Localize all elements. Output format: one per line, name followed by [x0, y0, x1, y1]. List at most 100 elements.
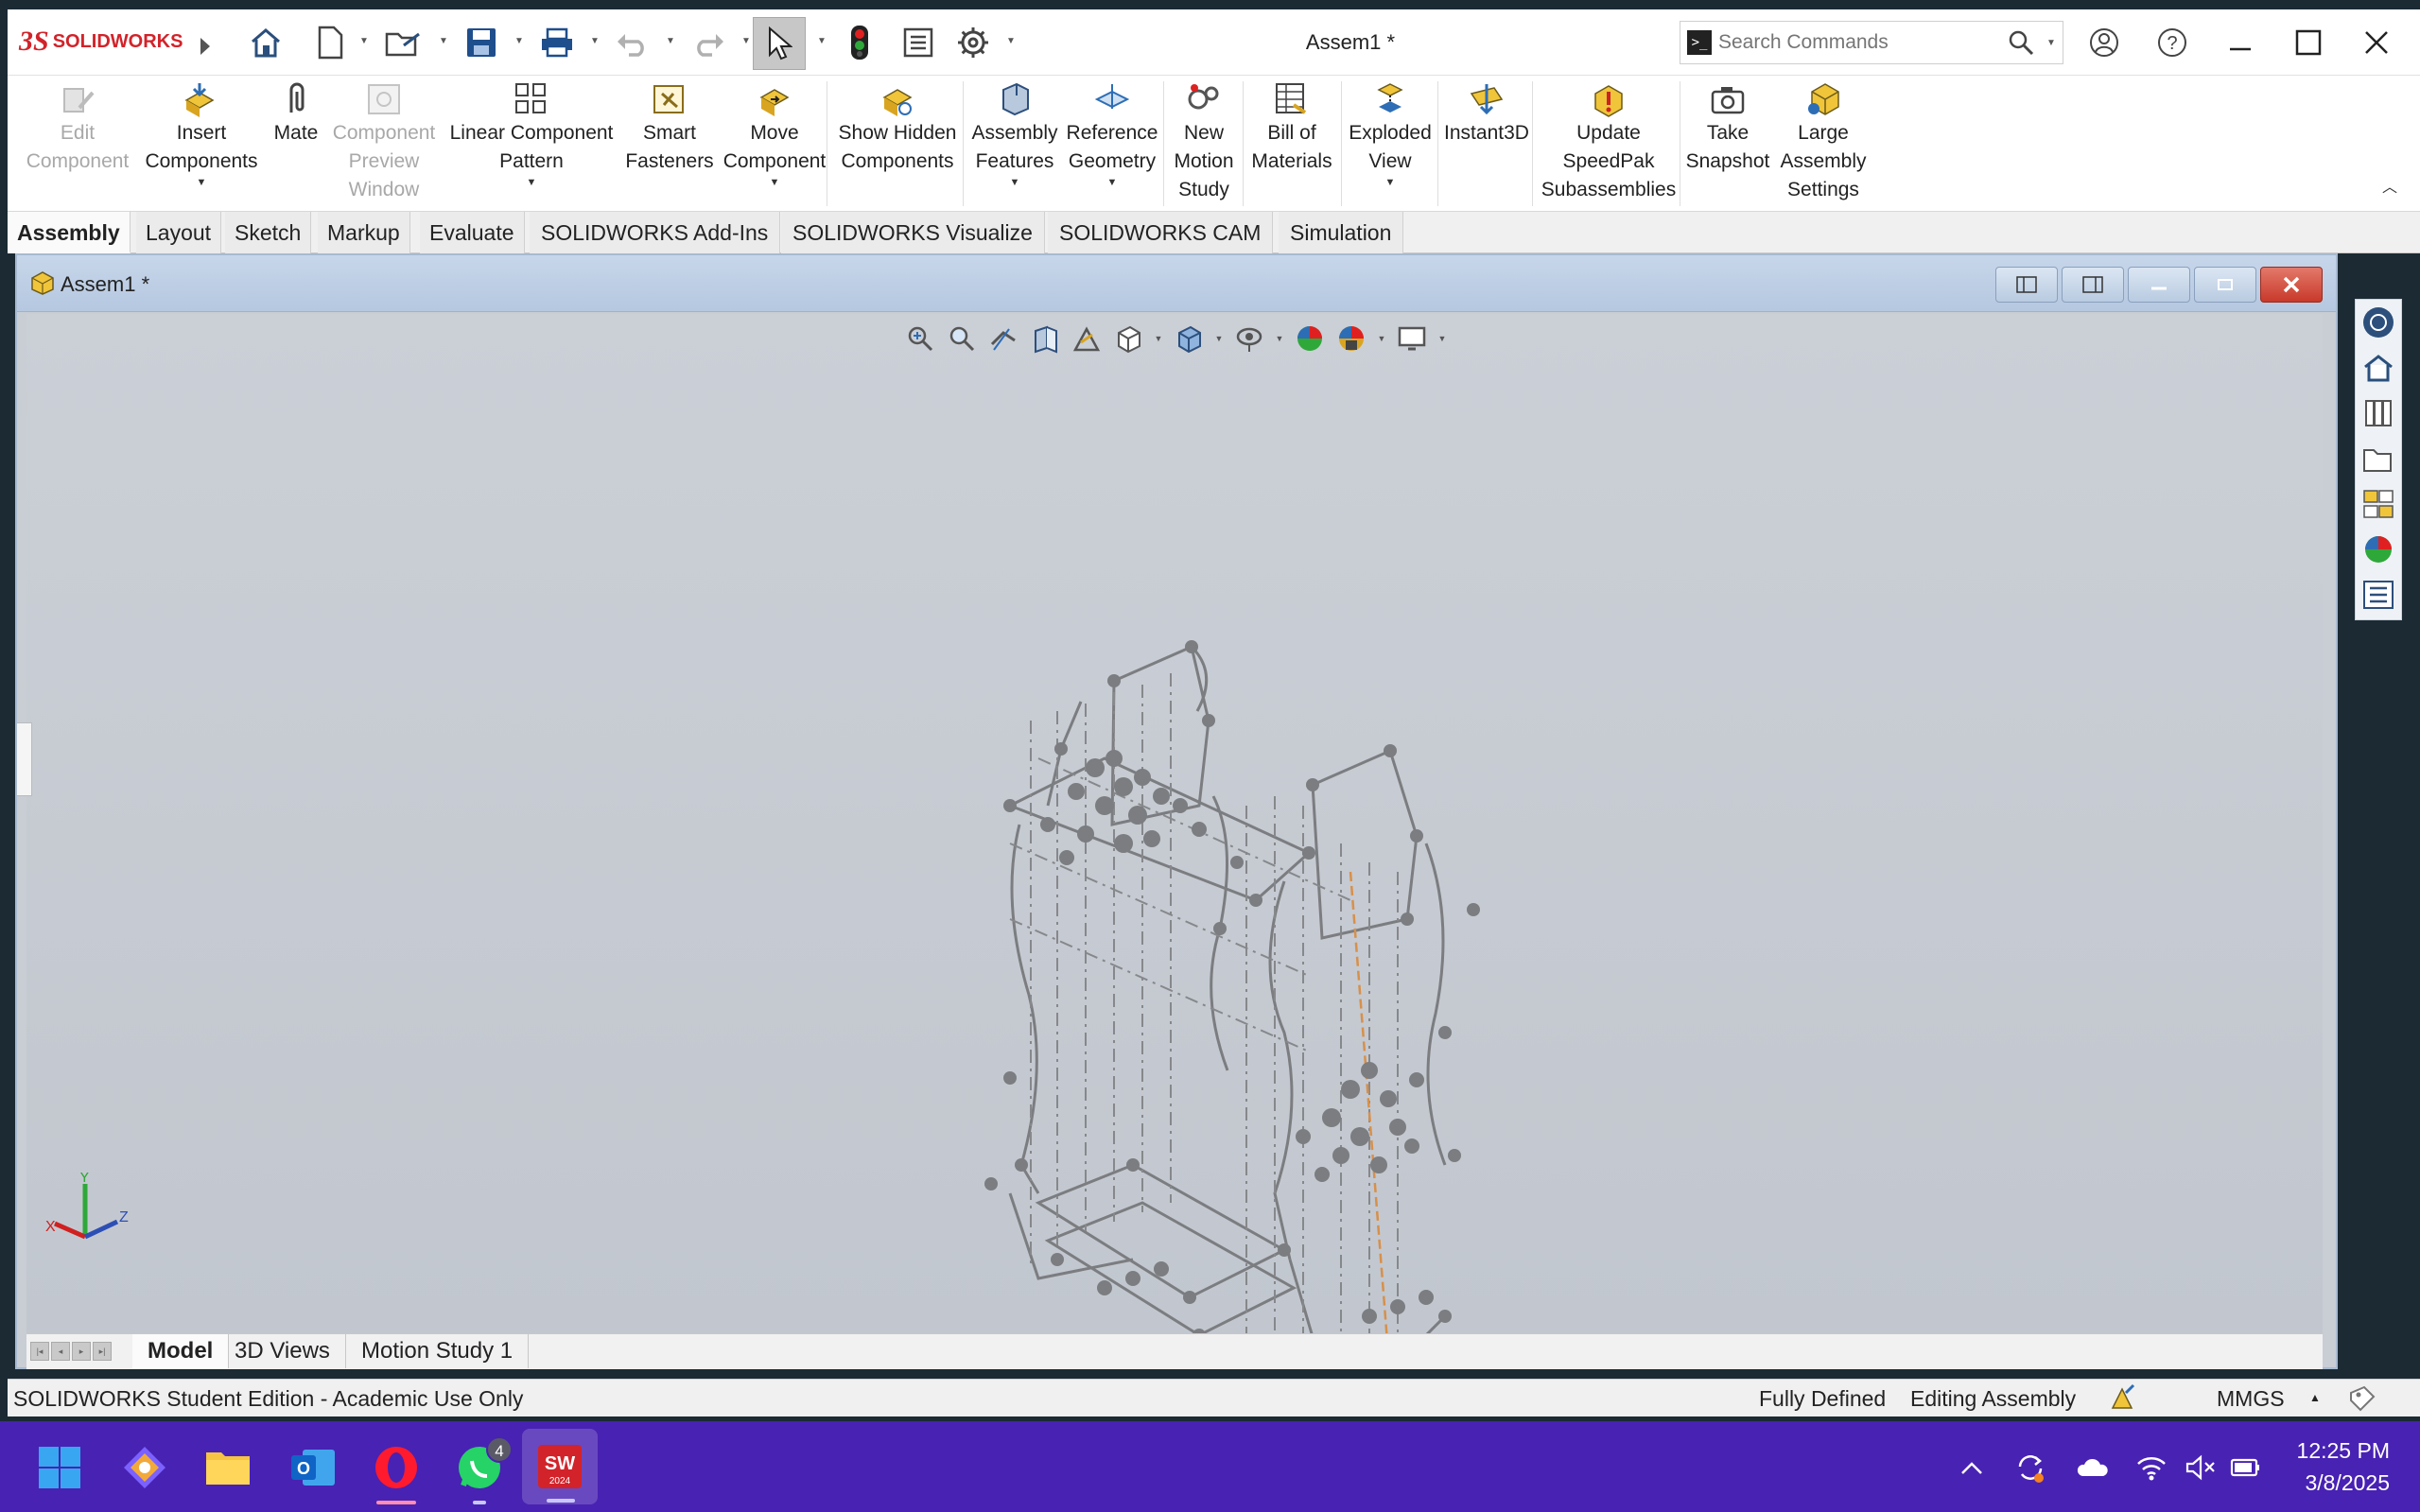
solidworks-resources-icon[interactable] — [2356, 300, 2401, 345]
account-icon[interactable] — [2081, 21, 2128, 64]
custom-properties-icon[interactable] — [2356, 572, 2401, 617]
component-preview-window-button[interactable]: Component Preview Window — [323, 79, 444, 208]
rebuild-status-icon[interactable] — [2109, 1383, 2137, 1417]
close-icon[interactable] — [2353, 21, 2400, 64]
tab-cam[interactable]: SOLIDWORKS CAM — [1048, 212, 1274, 253]
bill-of-materials-button[interactable]: Bill of Materials — [1243, 79, 1341, 208]
unit-system[interactable]: MMGS — [2217, 1386, 2285, 1412]
tab-addins[interactable]: SOLIDWORKS Add-Ins — [530, 212, 781, 253]
tab-evaluate[interactable]: Evaluate — [420, 212, 525, 253]
print-icon[interactable] — [535, 21, 579, 64]
rebuild-icon[interactable] — [838, 21, 881, 64]
show-hidden-icons-icon[interactable] — [1956, 1451, 1988, 1484]
new-motion-study-button[interactable]: New Motion Study — [1163, 79, 1245, 208]
onedrive-icon[interactable] — [2077, 1451, 2109, 1484]
assembly-features-dropdown-icon[interactable]: ▼ — [1010, 176, 1020, 189]
undo-dropdown-icon[interactable]: ▼ — [664, 34, 677, 47]
large-assembly-settings-button[interactable]: Large Assembly Settings — [1772, 79, 1874, 208]
select-dropdown-icon[interactable]: ▼ — [815, 34, 828, 47]
tab-visualize[interactable]: SOLIDWORKS Visualize — [781, 212, 1045, 253]
search-dropdown-icon[interactable]: ▼ — [2040, 38, 2063, 48]
exploded-view-dropdown-icon[interactable]: ▼ — [1385, 176, 1396, 189]
show-hidden-components-button[interactable]: Show Hidden Components — [830, 79, 965, 208]
tab-markup[interactable]: Markup — [318, 212, 410, 253]
move-component-dropdown-icon[interactable]: ▼ — [770, 176, 780, 189]
search-icon[interactable] — [2002, 22, 2040, 63]
open-icon[interactable] — [382, 21, 426, 64]
save-dropdown-icon[interactable]: ▼ — [513, 34, 526, 47]
open-dropdown-icon[interactable]: ▼ — [437, 34, 450, 47]
file-explorer-icon[interactable] — [2356, 436, 2401, 481]
units-dropdown-icon[interactable]: ▲ — [2309, 1391, 2321, 1404]
home-icon[interactable] — [2356, 345, 2401, 391]
appearances-icon[interactable] — [2356, 527, 2401, 572]
view-palette-icon[interactable] — [2356, 481, 2401, 527]
save-icon[interactable] — [460, 21, 503, 64]
tab-layout[interactable]: Layout — [136, 212, 222, 253]
instant3d-button[interactable]: Instant3D — [1437, 79, 1536, 208]
prev-tab-icon[interactable]: ◂ — [51, 1342, 70, 1361]
smart-fasteners-button[interactable]: Smart Fasteners — [618, 79, 721, 208]
insert-components-dropdown-icon[interactable]: ▼ — [197, 176, 207, 189]
sync-icon[interactable] — [2014, 1451, 2046, 1484]
copilot-app-icon[interactable] — [117, 1440, 172, 1495]
redo-dropdown-icon[interactable]: ▼ — [740, 34, 753, 47]
first-tab-icon[interactable]: |◂ — [30, 1342, 49, 1361]
opera-app-icon[interactable] — [369, 1440, 424, 1504]
update-speedpak-button[interactable]: Update SpeedPak Subassemblies — [1532, 79, 1685, 208]
tile-left-icon[interactable] — [1995, 267, 2058, 303]
doc-minimize-icon[interactable] — [2128, 267, 2190, 303]
linear-pattern-dropdown-icon[interactable]: ▼ — [527, 176, 537, 189]
new-dropdown-icon[interactable]: ▼ — [357, 34, 371, 47]
print-dropdown-icon[interactable]: ▼ — [588, 34, 601, 47]
next-tab-icon[interactable]: ▸ — [72, 1342, 91, 1361]
take-snapshot-button[interactable]: Take Snapshot — [1680, 79, 1776, 208]
undo-icon[interactable] — [611, 21, 654, 64]
new-document-icon[interactable] — [308, 21, 352, 64]
redo-icon[interactable] — [687, 21, 730, 64]
system-clock[interactable]: 12:25 PM 3/8/2025 — [2297, 1434, 2390, 1499]
maximize-icon[interactable] — [2285, 21, 2332, 64]
reference-geometry-button[interactable]: Reference Geometry ▼ — [1061, 79, 1163, 208]
linear-component-pattern-button[interactable]: Linear Component Pattern ▼ — [441, 79, 622, 208]
file-explorer-app-icon[interactable] — [200, 1440, 255, 1495]
speaker-muted-icon[interactable] — [2185, 1451, 2217, 1484]
tab-scroll-buttons[interactable]: |◂ ◂ ▸ ▸| — [30, 1342, 112, 1361]
edit-component-button[interactable]: Edit Component — [11, 79, 144, 208]
minimize-icon[interactable] — [2217, 21, 2264, 64]
search-input[interactable] — [1718, 24, 2002, 61]
home-icon[interactable] — [244, 21, 287, 64]
wifi-icon[interactable] — [2135, 1451, 2168, 1484]
tab-sketch[interactable]: Sketch — [225, 212, 312, 253]
design-library-icon[interactable] — [2356, 391, 2401, 436]
whatsapp-app-icon[interactable]: 4 — [452, 1436, 513, 1504]
help-icon[interactable]: ? — [2149, 21, 2196, 64]
exploded-view-button[interactable]: Exploded View ▼ — [1341, 79, 1439, 208]
options-gear-icon[interactable] — [951, 21, 995, 64]
tab-motion-study-1[interactable]: Motion Study 1 — [346, 1334, 530, 1368]
mate-button[interactable]: Mate — [265, 79, 327, 208]
assembly-features-button[interactable]: Assembly Features ▼ — [963, 79, 1067, 208]
reference-geometry-dropdown-icon[interactable]: ▼ — [1107, 176, 1118, 189]
graphics-area[interactable]: ▼ ▼ ▼ ▼ ▼ Y X Z — [26, 314, 2323, 1333]
file-properties-icon[interactable] — [897, 21, 940, 64]
tab-model[interactable]: Model — [132, 1334, 230, 1368]
options-dropdown-icon[interactable]: ▼ — [1004, 34, 1018, 47]
battery-icon[interactable] — [2230, 1451, 2262, 1484]
insert-components-button[interactable]: Insert Components ▼ — [134, 79, 269, 208]
quick-tips-icon[interactable] — [2347, 1383, 2377, 1417]
tab-3d-views[interactable]: 3D Views — [219, 1334, 346, 1368]
search-commands[interactable]: >_ ▼ — [1680, 21, 2063, 64]
tile-right-icon[interactable] — [2062, 267, 2124, 303]
expand-menu-icon[interactable] — [193, 25, 218, 68]
select-icon[interactable] — [753, 17, 806, 70]
last-tab-icon[interactable]: ▸| — [93, 1342, 112, 1361]
tab-assembly[interactable]: Assembly — [8, 212, 131, 253]
assembly-model[interactable] — [26, 314, 2323, 1333]
collapse-ribbon-icon[interactable]: ︿ — [2378, 174, 2401, 197]
doc-close-icon[interactable] — [2260, 267, 2323, 303]
doc-restore-icon[interactable] — [2194, 267, 2256, 303]
tab-simulation[interactable]: Simulation — [1279, 212, 1404, 253]
windows-start-icon[interactable] — [32, 1440, 87, 1495]
outlook-app-icon[interactable]: O — [286, 1440, 340, 1495]
